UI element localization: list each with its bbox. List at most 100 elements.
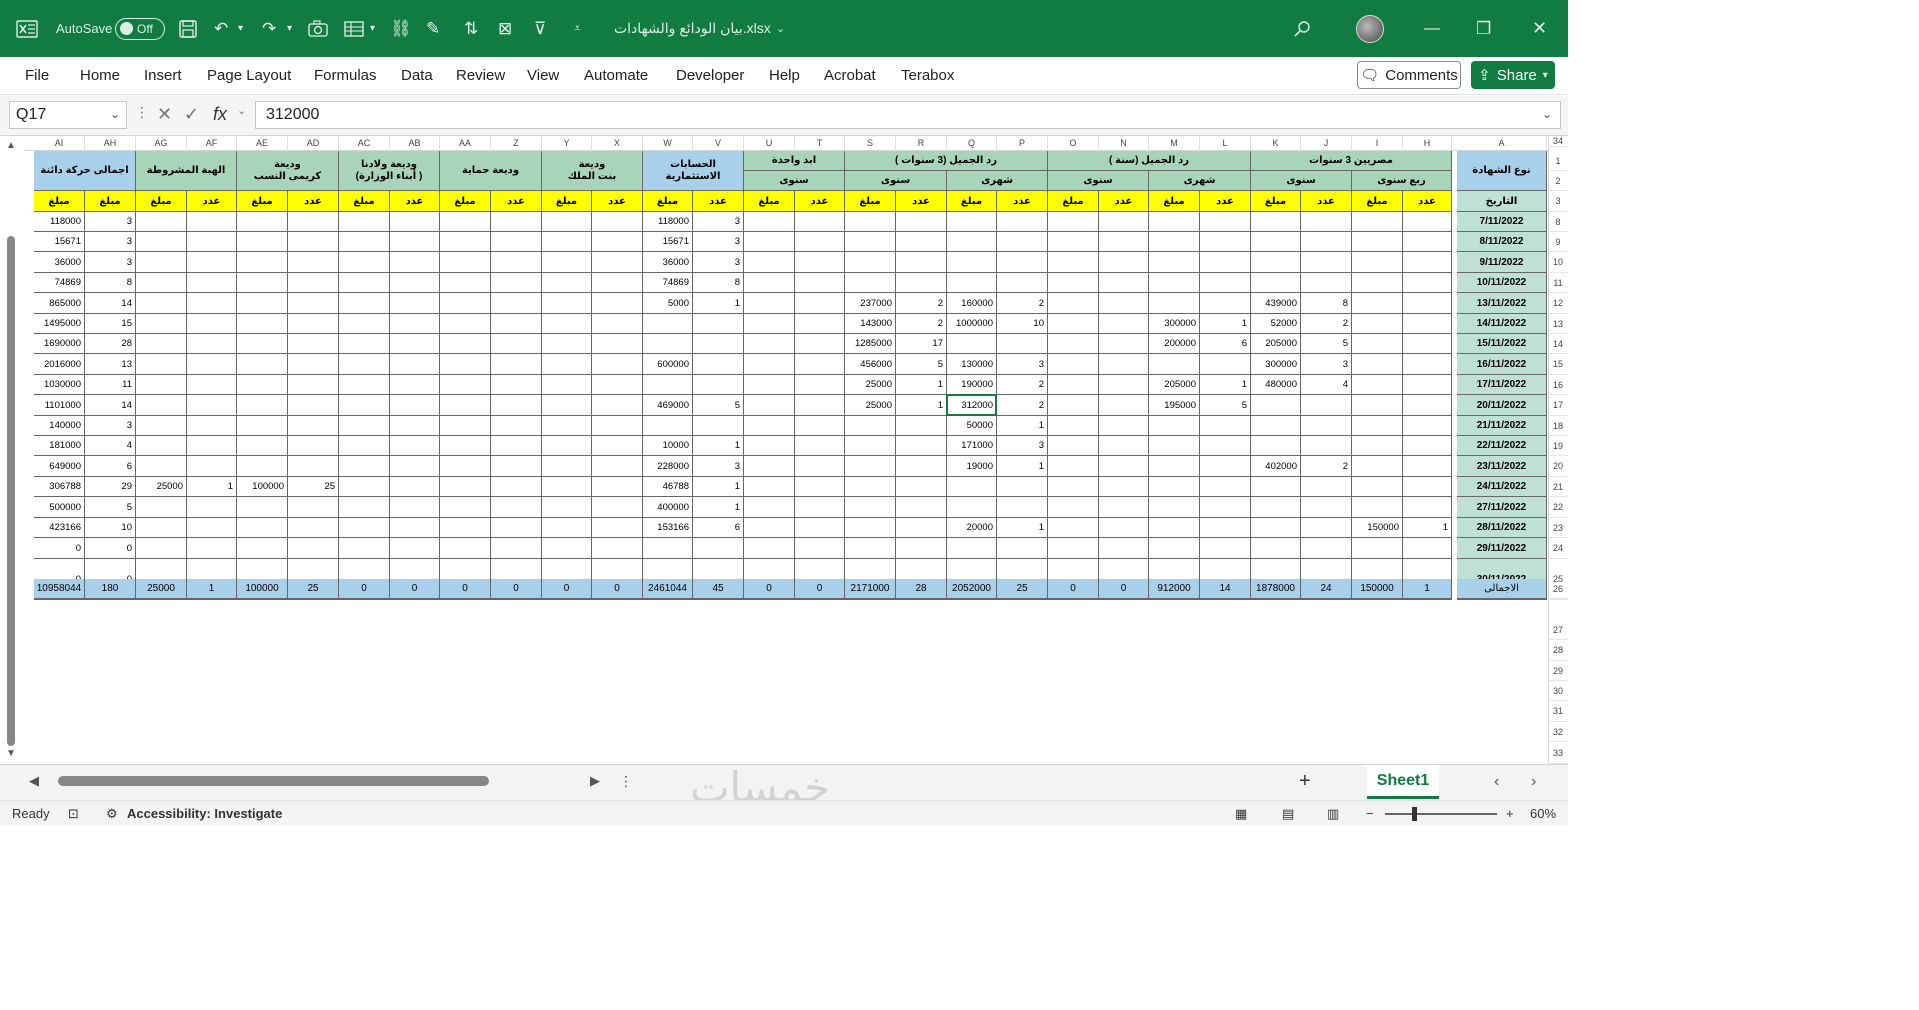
table-cell[interactable]	[1200, 293, 1251, 314]
table-cell[interactable]	[1403, 334, 1452, 354]
table-cell[interactable]	[592, 436, 643, 456]
table-cell[interactable]	[440, 354, 491, 375]
table-cell[interactable]	[1352, 314, 1403, 334]
total-cell[interactable]: 25000	[136, 579, 187, 599]
table-cell[interactable]	[1403, 212, 1452, 232]
table-cell[interactable]	[440, 456, 491, 477]
table-cell[interactable]: 2	[997, 395, 1048, 416]
total-cell[interactable]: 100000	[237, 579, 288, 599]
table-cell[interactable]	[947, 477, 997, 497]
subheader-w[interactable]: مبلغ	[643, 191, 693, 212]
table-cell[interactable]	[187, 273, 237, 293]
table-cell[interactable]: 8	[85, 273, 136, 293]
table-cell[interactable]: 1	[693, 436, 744, 456]
table-cell[interactable]	[1352, 252, 1403, 273]
subheader-ae[interactable]: مبلغ	[237, 191, 288, 212]
cancel-icon[interactable]: ✕	[157, 104, 172, 125]
table-cell[interactable]	[795, 232, 845, 252]
table-cell[interactable]	[693, 375, 744, 395]
customize-qat-icon[interactable]: ⩡	[574, 0, 581, 57]
table-cell[interactable]	[795, 436, 845, 456]
table-cell[interactable]	[744, 252, 795, 273]
table-cell[interactable]	[491, 538, 542, 559]
table-cell[interactable]	[288, 273, 339, 293]
table-cell[interactable]	[744, 518, 795, 538]
minimize-icon[interactable]: —	[1424, 0, 1440, 57]
table-cell[interactable]	[440, 477, 491, 497]
fx-chevron-icon[interactable]: ⌄	[237, 104, 246, 117]
next-sheet-icon[interactable]: ›	[1531, 773, 1536, 791]
table-cell[interactable]	[795, 477, 845, 497]
table-cell[interactable]	[1099, 518, 1149, 538]
subheader[interactable]: سنوى	[744, 171, 845, 191]
table-cell[interactable]	[390, 538, 440, 559]
table-cell[interactable]	[339, 436, 390, 456]
table-cell[interactable]	[390, 293, 440, 314]
subheader-m[interactable]: مبلغ	[1149, 191, 1200, 212]
table-cell[interactable]	[237, 354, 288, 375]
row-header-24[interactable]: 24	[1548, 538, 1568, 559]
table-cell[interactable]	[542, 293, 592, 314]
table-cell[interactable]: 13	[85, 354, 136, 375]
table-cell[interactable]	[1352, 497, 1403, 518]
table-cell[interactable]	[896, 212, 947, 232]
horizontal-scroll-thumb[interactable]	[58, 776, 489, 786]
table-cell[interactable]	[1352, 293, 1403, 314]
table-cell[interactable]: 195000	[1149, 395, 1200, 416]
table-cell[interactable]	[542, 314, 592, 334]
table-cell[interactable]: 3	[693, 456, 744, 477]
table-cell[interactable]	[491, 252, 542, 273]
table-cell[interactable]	[1200, 477, 1251, 497]
table-cell[interactable]: 1285000	[845, 334, 896, 354]
table-cell[interactable]: 312000	[947, 395, 997, 416]
table-cell[interactable]	[237, 293, 288, 314]
table-cell[interactable]	[1301, 477, 1352, 497]
zoom-level[interactable]: 60%	[1530, 806, 1556, 821]
table-cell[interactable]	[592, 375, 643, 395]
table-cell[interactable]	[1403, 232, 1452, 252]
tab-view[interactable]: View	[527, 67, 559, 84]
table-cell[interactable]	[1403, 252, 1452, 273]
table-cell[interactable]	[795, 293, 845, 314]
table-cell[interactable]	[643, 375, 693, 395]
table-cell[interactable]	[1352, 416, 1403, 436]
table-cell[interactable]: 1	[896, 395, 947, 416]
table-cell[interactable]: 3	[997, 354, 1048, 375]
table-cell[interactable]	[237, 212, 288, 232]
table-cell[interactable]	[237, 456, 288, 477]
subheader-k[interactable]: مبلغ	[1251, 191, 1301, 212]
table-cell[interactable]	[643, 314, 693, 334]
table-cell[interactable]	[187, 395, 237, 416]
table-cell[interactable]	[136, 518, 187, 538]
table-cell[interactable]: 143000	[845, 314, 896, 334]
table-cell[interactable]	[542, 354, 592, 375]
table-cell[interactable]	[1251, 477, 1301, 497]
table-cell[interactable]	[997, 252, 1048, 273]
table-cell[interactable]	[592, 395, 643, 416]
table-cell[interactable]: 3	[693, 232, 744, 252]
table-cell[interactable]	[896, 232, 947, 252]
table-cell[interactable]	[693, 334, 744, 354]
table-cell[interactable]	[1200, 416, 1251, 436]
table-cell[interactable]	[1099, 334, 1149, 354]
table-cell[interactable]: 10000	[643, 436, 693, 456]
table-cell[interactable]	[491, 354, 542, 375]
table-cell[interactable]	[187, 232, 237, 252]
table-cell[interactable]	[1149, 293, 1200, 314]
table-cell[interactable]	[1149, 354, 1200, 375]
table-cell[interactable]	[1099, 538, 1149, 559]
row-header-8[interactable]: 8	[1548, 212, 1568, 232]
table-cell[interactable]	[237, 416, 288, 436]
name-box-chevron-icon[interactable]: ⌄	[110, 107, 120, 121]
table-cell[interactable]	[744, 416, 795, 436]
table-cell[interactable]	[1403, 314, 1452, 334]
table-cell[interactable]	[491, 395, 542, 416]
hdr-conditional-grant[interactable]: الهبة المشروطة	[136, 151, 237, 191]
table-cell[interactable]: 3	[85, 252, 136, 273]
table-cell[interactable]	[491, 212, 542, 232]
table-cell[interactable]	[136, 456, 187, 477]
table-cell[interactable]: 36000	[34, 252, 85, 273]
table-cell[interactable]	[491, 497, 542, 518]
table-cell[interactable]	[1099, 436, 1149, 456]
tab-terabox[interactable]: Terabox	[901, 67, 954, 84]
